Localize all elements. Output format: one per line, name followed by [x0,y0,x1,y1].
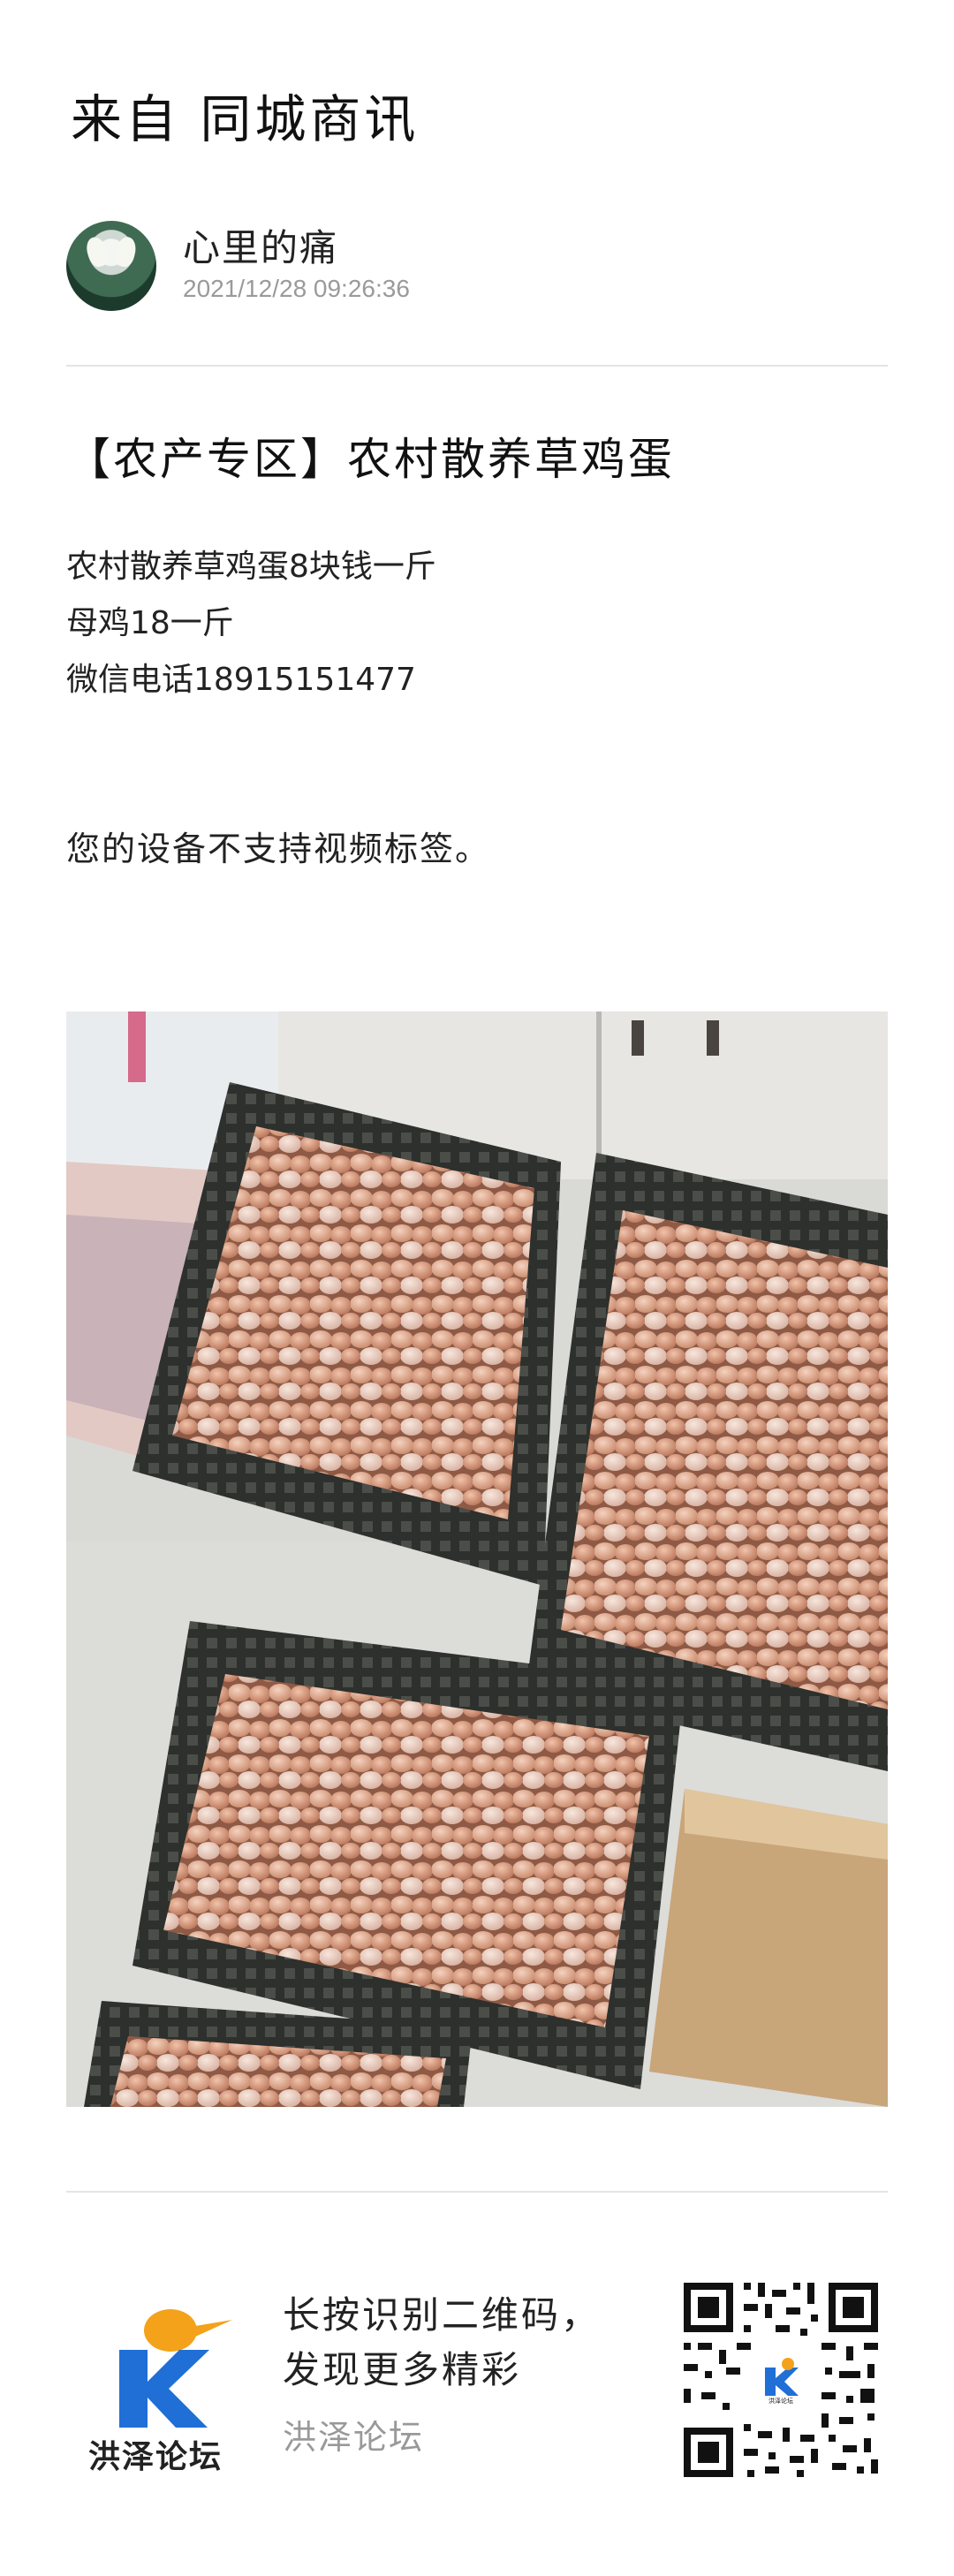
forum-logo-text: 洪泽论坛 [88,2439,223,2475]
footer-line-2: 发现更多精彩 [283,2348,522,2391]
post-line: 母鸡18一斤 [66,605,234,641]
forum-logo-icon [119,2309,232,2428]
eggs-photo-illustration [66,1011,888,2107]
post-photo-eggs[interactable] [66,1011,888,2107]
footer-divider [66,2191,888,2193]
author-meta: 心里的痛 2021/12/28 09:26:36 [183,225,410,307]
source-title: 来自 同城商讯 [71,89,420,149]
post-line: 微信电话18915151477 [66,662,416,698]
video-unsupported-notice: 您的设备不支持视频标签。 [66,830,491,868]
post-title: 【农产专区】农村散养草鸡蛋 [66,434,675,485]
post-body: 农村散养草鸡蛋8块钱一斤 母鸡18一斤 微信电话18915151477 [66,539,436,708]
header-divider [66,365,888,367]
qr-code-icon: 洪泽论坛 [680,2279,882,2481]
author-block[interactable]: 心里的痛 2021/12/28 09:26:36 [66,221,410,311]
forum-name: 洪泽论坛 [283,2418,425,2457]
qr-code[interactable]: 洪泽论坛 [680,2279,882,2481]
footer-line-1: 长按识别二维码， [283,2293,602,2337]
author-name[interactable]: 心里的痛 [183,225,410,271]
post-line: 农村散养草鸡蛋8块钱一斤 [66,549,436,585]
post-timestamp: 2021/12/28 09:26:36 [183,275,410,302]
qr-logo-text: 洪泽论坛 [768,2397,793,2405]
footer-text: 长按识别二维码， 发现更多精彩 洪泽论坛 [283,2288,601,2459]
avatar[interactable] [66,221,156,311]
